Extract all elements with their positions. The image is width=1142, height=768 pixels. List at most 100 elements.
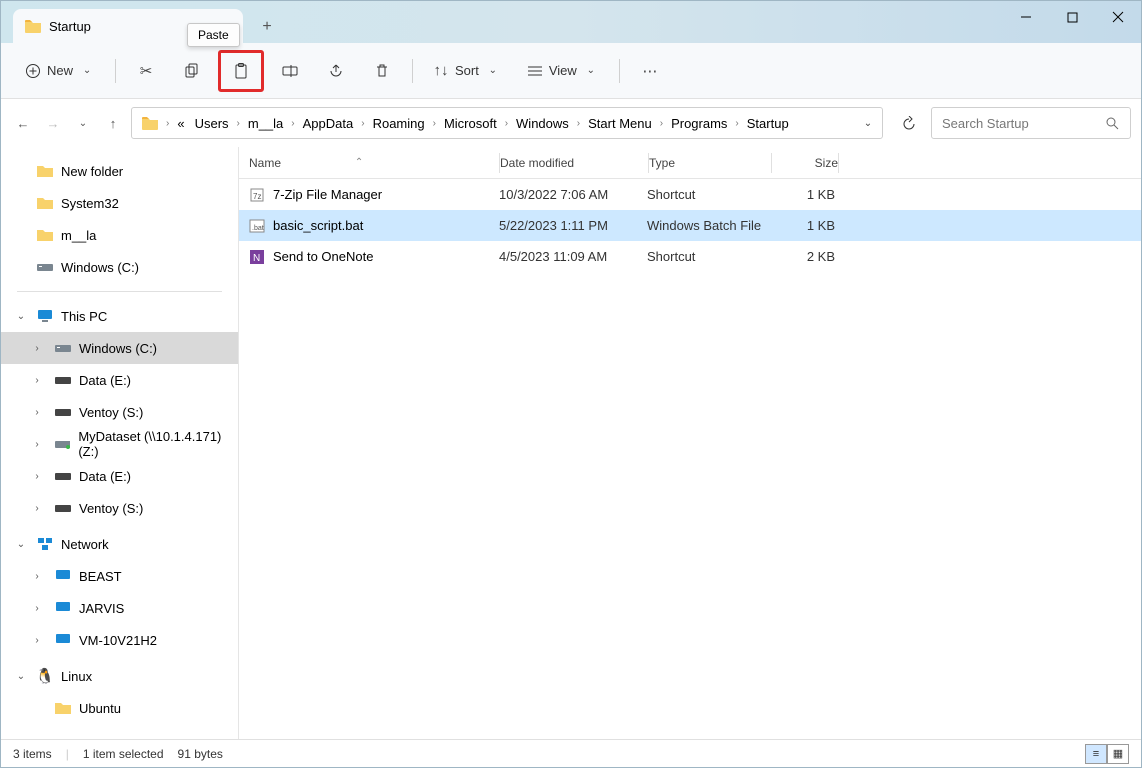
folder-icon bbox=[142, 116, 158, 130]
chevron-down-icon[interactable]: ⌄ bbox=[15, 671, 27, 682]
search-icon bbox=[1104, 115, 1120, 131]
sidebar-item[interactable]: Ubuntu bbox=[1, 692, 238, 724]
close-button[interactable] bbox=[1095, 1, 1141, 33]
folder-icon bbox=[55, 701, 71, 715]
crumb[interactable]: Users bbox=[191, 116, 233, 131]
tab-title: Startup bbox=[49, 19, 91, 34]
drive-icon bbox=[55, 502, 71, 514]
plus-circle-icon bbox=[25, 63, 41, 79]
file-date: 4/5/2023 11:09 AM bbox=[499, 249, 647, 264]
folder-icon bbox=[25, 19, 41, 33]
chevron-right-icon[interactable]: › bbox=[31, 635, 43, 646]
file-name: basic_script.bat bbox=[273, 218, 363, 233]
sidebar-item[interactable]: ›Ventoy (S:) bbox=[1, 396, 238, 428]
navigation-row: ← → ⌄ ↑ › « Users› m__la› AppData› Roami… bbox=[1, 99, 1141, 147]
sidebar-item[interactable]: ›MyDataset (\\10.1.4.171) (Z:) bbox=[1, 428, 238, 460]
delete-button[interactable] bbox=[362, 53, 402, 89]
crumb[interactable]: Startup bbox=[743, 116, 793, 131]
sidebar-item[interactable]: New folder bbox=[1, 155, 238, 187]
table-row[interactable]: 7z7-Zip File Manager10/3/2022 7:06 AMSho… bbox=[239, 179, 1141, 210]
sidebar-item[interactable]: ›JARVIS bbox=[1, 592, 238, 624]
sidebar-item[interactable]: ›Ventoy (S:) bbox=[1, 492, 238, 524]
sidebar-item[interactable]: Windows (C:) bbox=[1, 251, 238, 283]
refresh-button[interactable] bbox=[893, 107, 925, 139]
copy-button[interactable] bbox=[172, 53, 212, 89]
file-type: Shortcut bbox=[647, 187, 769, 202]
minimize-button[interactable] bbox=[1003, 1, 1049, 33]
details-view-button[interactable]: ≡ bbox=[1085, 744, 1107, 764]
chevron-down-icon[interactable]: ⌄ bbox=[15, 311, 27, 322]
sidebar-item[interactable]: ›Data (E:) bbox=[1, 364, 238, 396]
more-button[interactable]: ⋯ bbox=[630, 53, 670, 89]
sidebar: New folder System32 m__la Windows (C:) ⌄… bbox=[1, 147, 239, 739]
crumb[interactable]: Roaming bbox=[369, 116, 429, 131]
toolbar: New ⌄ ✂ ↑↓ Sort ⌄ View ⌄ ⋯ bbox=[1, 43, 1141, 99]
column-type[interactable]: Type bbox=[649, 156, 771, 170]
chevron-down-icon[interactable]: ⌄ bbox=[860, 115, 876, 131]
sidebar-item[interactable]: ›Windows (C:) bbox=[1, 332, 238, 364]
chevron-down-icon[interactable]: ⌄ bbox=[15, 539, 27, 550]
file-size: 1 KB bbox=[769, 187, 835, 202]
chevron-right-icon[interactable]: › bbox=[31, 471, 43, 482]
new-button[interactable]: New ⌄ bbox=[15, 53, 105, 89]
svg-text:.bat: .bat bbox=[252, 225, 264, 232]
copy-icon bbox=[184, 63, 200, 79]
share-button[interactable] bbox=[316, 53, 356, 89]
file-icon: 7z bbox=[249, 187, 265, 203]
sidebar-item[interactable]: ›BEAST bbox=[1, 560, 238, 592]
table-row[interactable]: .batbasic_script.bat5/22/2023 1:11 PMWin… bbox=[239, 210, 1141, 241]
sidebar-item-thispc[interactable]: ⌄This PC bbox=[1, 300, 238, 332]
column-date[interactable]: Date modified bbox=[500, 156, 648, 170]
more-icon: ⋯ bbox=[642, 63, 658, 79]
chevron-down-icon: ⌄ bbox=[79, 63, 95, 79]
chevron-right-icon[interactable]: › bbox=[31, 503, 43, 514]
file-size: 1 KB bbox=[769, 218, 835, 233]
maximize-button[interactable] bbox=[1049, 1, 1095, 33]
up-button[interactable]: ↑ bbox=[101, 111, 125, 135]
chevron-right-icon[interactable]: › bbox=[31, 343, 43, 354]
sidebar-item[interactable]: System32 bbox=[1, 187, 238, 219]
crumb[interactable]: Programs bbox=[667, 116, 731, 131]
sidebar-item[interactable]: ›VM-10V21H2 bbox=[1, 624, 238, 656]
file-date: 10/3/2022 7:06 AM bbox=[499, 187, 647, 202]
pc-icon bbox=[55, 601, 71, 615]
sidebar-item[interactable]: m__la bbox=[1, 219, 238, 251]
search-input[interactable]: Search Startup bbox=[931, 107, 1131, 139]
crumb[interactable]: Microsoft bbox=[440, 116, 501, 131]
column-name[interactable]: Name⌃ bbox=[249, 155, 499, 171]
sidebar-item[interactable]: ›Data (E:) bbox=[1, 460, 238, 492]
rename-button[interactable] bbox=[270, 53, 310, 89]
crumb[interactable]: m__la bbox=[244, 116, 287, 131]
crumb[interactable]: Windows bbox=[512, 116, 573, 131]
crumb[interactable]: Start Menu bbox=[584, 116, 656, 131]
network-icon bbox=[37, 537, 53, 551]
new-tab-button[interactable]: + bbox=[251, 11, 283, 43]
chevron-right-icon[interactable]: › bbox=[31, 603, 43, 614]
recent-button[interactable]: ⌄ bbox=[71, 111, 95, 135]
chevron-right-icon[interactable]: › bbox=[31, 375, 43, 386]
forward-button[interactable]: → bbox=[41, 111, 65, 135]
address-bar[interactable]: › « Users› m__la› AppData› Roaming› Micr… bbox=[131, 107, 883, 139]
cut-button[interactable]: ✂ bbox=[126, 53, 166, 89]
chevron-right-icon[interactable]: › bbox=[31, 439, 43, 450]
column-size[interactable]: Size bbox=[772, 156, 838, 170]
view-button[interactable]: View ⌄ bbox=[517, 53, 609, 89]
file-size: 2 KB bbox=[769, 249, 835, 264]
paste-button[interactable] bbox=[221, 53, 261, 89]
paste-tooltip: Paste bbox=[187, 23, 240, 47]
sort-button[interactable]: ↑↓ Sort ⌄ bbox=[423, 53, 511, 89]
back-button[interactable]: ← bbox=[11, 111, 35, 135]
sidebar-item-network[interactable]: ⌄Network bbox=[1, 528, 238, 560]
svg-text:N: N bbox=[253, 253, 260, 264]
drive-icon bbox=[55, 342, 71, 354]
file-type: Shortcut bbox=[647, 249, 769, 264]
list-icon bbox=[527, 64, 543, 78]
table-row[interactable]: NSend to OneNote4/5/2023 11:09 AMShortcu… bbox=[239, 241, 1141, 272]
thumbnails-view-button[interactable]: ▦ bbox=[1107, 744, 1129, 764]
chevron-right-icon[interactable]: › bbox=[31, 407, 43, 418]
file-date: 5/22/2023 1:11 PM bbox=[499, 218, 647, 233]
crumb[interactable]: AppData bbox=[299, 116, 358, 131]
sidebar-item-linux[interactable]: ⌄🐧Linux bbox=[1, 660, 238, 692]
chevron-right-icon[interactable]: › bbox=[31, 571, 43, 582]
chevron-down-icon: ⌄ bbox=[583, 63, 599, 79]
